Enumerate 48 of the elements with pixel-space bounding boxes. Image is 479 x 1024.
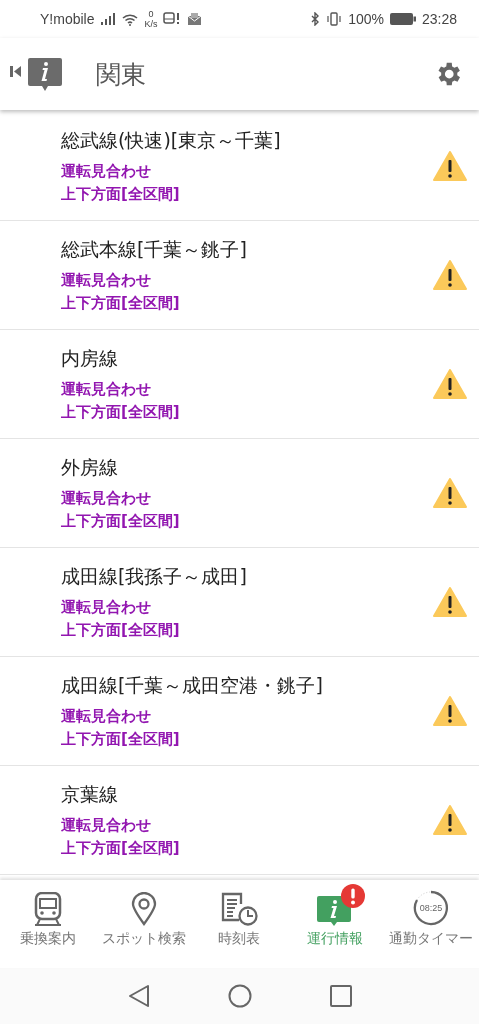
battery-percent: 100%: [348, 11, 384, 27]
wifi-icon: [122, 12, 139, 26]
service-status: 運転見合わせ: [61, 162, 152, 181]
affected-section: 上下方面[全区間]: [61, 185, 433, 204]
battery-icon: [389, 13, 416, 25]
nav-tab[interactable]: 08:25 通勤タイマー: [383, 880, 479, 968]
speed-unit: K/s: [144, 19, 158, 29]
affected-section: 上下方面[全区間]: [61, 621, 433, 640]
affected-section: 上下方面[全区間]: [61, 839, 433, 858]
back-button[interactable]: [127, 984, 150, 1008]
service-status: 運転見合わせ: [61, 816, 152, 835]
service-status: 運転見合わせ: [61, 489, 152, 508]
clock-time: 23:28: [421, 11, 457, 27]
info-menu-button[interactable]: [10, 56, 64, 92]
service-status: 運転見合わせ: [61, 271, 152, 290]
line-name: 京葉線: [61, 782, 119, 807]
bluetooth-icon: [310, 12, 321, 26]
line-name: 内房線: [61, 346, 119, 371]
timetable-clock-icon: [220, 892, 259, 926]
mail-icon: [187, 12, 203, 26]
train-notification-icon: [163, 12, 182, 26]
affected-section: 上下方面[全区間]: [61, 512, 433, 531]
affected-section: 上下方面[全区間]: [61, 730, 433, 749]
service-status: 運転見合わせ: [61, 598, 152, 617]
region-title: 関東: [96, 58, 147, 91]
vibrate-icon: [326, 12, 343, 26]
affected-section: 上下方面[全区間]: [61, 294, 433, 313]
line-name: 総武本線[千葉～銚子]: [61, 237, 248, 262]
service-status: 運転見合わせ: [61, 380, 152, 399]
line-name: 成田線[千葉～成田空港・銚子]: [61, 673, 324, 698]
nav-tab[interactable]: 時刻表: [191, 880, 288, 968]
service-status: 運転見合わせ: [61, 707, 152, 726]
train-icon: [32, 892, 63, 926]
recent-apps-button[interactable]: [329, 985, 352, 1007]
home-button[interactable]: [227, 984, 252, 1008]
info-back-icon: [10, 56, 64, 92]
affected-section: 上下方面[全区間]: [61, 403, 433, 422]
nav-tab[interactable]: 運行情報: [287, 880, 384, 968]
nav-tab[interactable]: スポット検索: [95, 880, 192, 968]
location-pin-icon: [129, 892, 158, 926]
line-name: 成田線[我孫子～成田]: [61, 564, 248, 589]
nav-tab[interactable]: 乗換案内: [0, 880, 96, 968]
carrier-name: Y!mobile: [40, 11, 95, 27]
signal-icon: [100, 13, 117, 25]
line-name: 総武線(快速)[東京～千葉]: [61, 128, 282, 153]
speed-value: 0: [148, 9, 154, 19]
line-name: 外房線: [61, 455, 119, 480]
timer-time: 08:25: [419, 903, 443, 913]
